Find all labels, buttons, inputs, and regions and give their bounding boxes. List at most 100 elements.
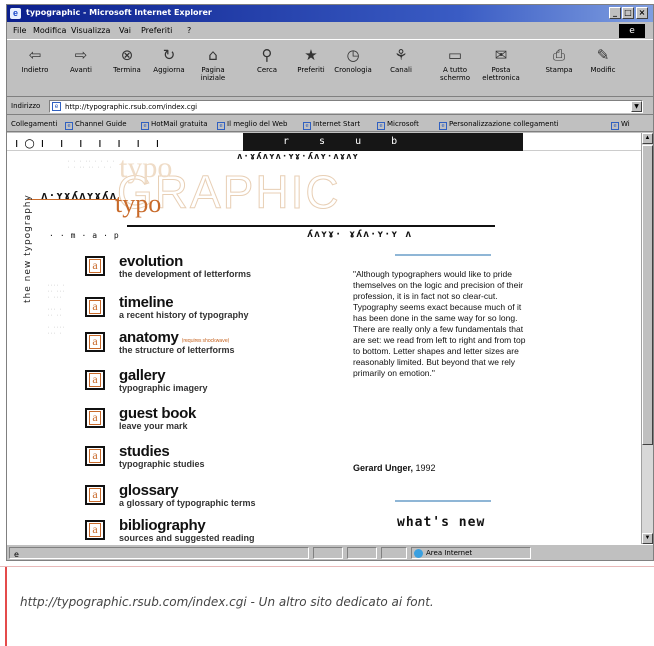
nav-title-text: evolution xyxy=(119,253,183,270)
link-4[interactable]: e Internet Start xyxy=(303,120,360,130)
mail-icon: ✉ xyxy=(494,46,508,64)
nav-subtitle: a glossary of typographic terms xyxy=(119,498,256,508)
ie-throbber-icon: e xyxy=(619,24,645,38)
glyph-row-top: ʌ·ɤʎʌʏʌ·ʏɤ·ʎʌʏ·ʌɤʌʏ xyxy=(237,152,359,162)
toolbar-button-4[interactable]: ↻ Aggiorna xyxy=(147,44,191,94)
stop-icon: ⊗ xyxy=(120,46,134,64)
header-ticks: ı○ı ı ı ı ı ı ı xyxy=(15,136,166,150)
back-arrow-icon: ⇦ xyxy=(28,46,42,64)
toolbar-button-9[interactable]: ⚘ Canali xyxy=(379,44,423,94)
nav-item-studies[interactable]: a studies typographic studies xyxy=(85,443,325,473)
nav-a-glyph: a xyxy=(89,449,101,463)
link-3[interactable]: e Il meglio del Web xyxy=(217,120,287,130)
link-page-icon: e xyxy=(217,122,225,130)
menu-file[interactable]: File xyxy=(13,26,26,35)
scroll-up-arrow-icon[interactable]: ▲ xyxy=(642,133,653,144)
channels-icon: ⚘ xyxy=(394,46,408,64)
fullscreen-icon: ▭ xyxy=(447,46,463,64)
margin-fine-text: ···· · ·· ··· · ··· ··· · ·· ·· · ···· ··· · xyxy=(47,283,66,337)
nav-item-timeline[interactable]: a timeline a recent history of typography xyxy=(85,294,325,324)
toolbar-button-3[interactable]: ⊗ Termina xyxy=(105,44,149,94)
maximize-button[interactable]: □ xyxy=(622,7,634,19)
toolbar-button-8[interactable]: ◷ Cronologia xyxy=(331,44,375,94)
link-page-icon: e xyxy=(65,122,73,130)
caption-red-line xyxy=(5,567,7,646)
menu-help[interactable]: ? xyxy=(187,26,191,35)
nav-subtitle: typographic imagery xyxy=(119,383,208,393)
logo-orange-rule xyxy=(27,199,117,200)
link-2[interactable]: e HotMail gratuita xyxy=(141,120,208,130)
menu-preferiti[interactable]: Preferiti xyxy=(141,26,172,35)
link-5[interactable]: e Microsoft xyxy=(377,120,419,130)
quote-year: 1992 xyxy=(413,463,436,473)
site-logo[interactable]: · · · ·· · · · · · · ·· ·· · · · ʌ·ɤʎʌʏʌ·… xyxy=(7,151,641,243)
toolbar-button-11[interactable]: ✉ Posta elettronica xyxy=(479,44,523,94)
vertical-tagline: the new typography xyxy=(23,194,33,303)
toolbar-button-1[interactable]: ⇦ Indietro xyxy=(13,44,57,94)
toolbar-button-label: Termina xyxy=(113,66,141,74)
toolbar-button-6[interactable]: ⚲ Cerca xyxy=(245,44,289,94)
address-input[interactable]: e http://typographic.rsub.com/index.cgi … xyxy=(49,100,643,113)
nav-item-anatomy[interactable]: a anatomy (requires shockwave) the structur… xyxy=(85,329,325,359)
toolbar-button-5[interactable]: ⌂ Pagina iniziale xyxy=(191,44,235,94)
link-6[interactable]: e Personalizzazione collegamenti xyxy=(439,120,559,130)
quote-author: Gerard Unger, 1992 xyxy=(353,463,436,473)
refresh-icon: ↻ xyxy=(162,46,176,64)
toolbar-button-12[interactable]: ⎙ Stampa xyxy=(537,44,581,94)
blue-rule-top xyxy=(395,254,491,256)
toolbar-button-label: Cronologia xyxy=(334,66,372,74)
nav-title-text: glossary xyxy=(119,482,179,499)
nav-a-glyph: a xyxy=(89,523,101,537)
page-status-icon: e xyxy=(14,550,19,559)
nav-item-gallery[interactable]: a gallery typographic imagery xyxy=(85,367,325,397)
pull-quote: "Although typographers would like to pri… xyxy=(353,269,526,378)
vertical-scrollbar[interactable]: ▲ ▼ xyxy=(641,133,653,544)
link-label: HotMail gratuita xyxy=(151,120,208,128)
globe-icon xyxy=(414,549,423,558)
nav-a-glyph: a xyxy=(89,335,101,349)
nav-note: (requires shockwave) xyxy=(181,338,230,344)
scroll-down-arrow-icon[interactable]: ▼ xyxy=(642,533,653,544)
nav-a-glyph: a xyxy=(89,300,101,314)
edit-icon: ✎ xyxy=(596,46,610,64)
nav-item-evolution[interactable]: a evolution the development of letterforms xyxy=(85,253,325,283)
toolbar-button-10[interactable]: ▭ A tutto schermo xyxy=(433,44,477,94)
toolbar-button-label: Pagina iniziale xyxy=(200,66,226,82)
menu-modifica[interactable]: Modifica xyxy=(33,26,66,35)
close-button[interactable]: × xyxy=(636,7,648,19)
nav-a-icon: a xyxy=(85,297,105,317)
link-label: Channel Guide xyxy=(75,120,127,128)
links-label: Collegamenti xyxy=(11,120,58,128)
address-dropdown-button[interactable]: ▼ xyxy=(631,101,642,112)
rsub-banner[interactable]: r s u b xyxy=(243,133,523,151)
window-title: typographic - Microsoft Internet Explore… xyxy=(26,8,212,17)
toolbar-button-label: Preferiti xyxy=(297,66,325,74)
link-page-icon: e xyxy=(303,122,311,130)
nav-item-guest-book[interactable]: a guest book leave your mark xyxy=(85,405,325,435)
title-bar[interactable]: e typographic - Microsoft Internet Explo… xyxy=(7,5,653,22)
whats-new-link[interactable]: what's new xyxy=(397,515,485,530)
link-page-icon: e xyxy=(439,122,447,130)
toolbar-button-label: Modific xyxy=(590,66,616,74)
nav-subtitle: typographic studies xyxy=(119,459,205,469)
status-cell-3 xyxy=(347,547,377,559)
link-1[interactable]: e Channel Guide xyxy=(65,120,127,130)
link-7[interactable]: e Wi xyxy=(611,120,630,130)
toolbar-button-7[interactable]: ★ Preferiti xyxy=(289,44,333,94)
nav-item-glossary[interactable]: a glossary a glossary of typographic terms xyxy=(85,482,325,512)
nav-item-bibliography[interactable]: a bibliography sources and suggested readi… xyxy=(85,517,325,544)
menu-vai[interactable]: Vai xyxy=(119,26,131,35)
toolbar-button-13[interactable]: ✎ Modific xyxy=(581,44,625,94)
status-cell-2 xyxy=(313,547,343,559)
link-page-icon: e xyxy=(377,122,385,130)
nav-title: studies xyxy=(119,443,172,460)
scroll-thumb[interactable] xyxy=(642,145,653,445)
link-label: Il meglio del Web xyxy=(227,120,288,128)
quote-author-name: Gerard Unger, xyxy=(353,463,414,473)
nav-a-glyph: a xyxy=(89,411,101,425)
figure-caption: http://typographic.rsub.com/index.cgi - … xyxy=(20,595,434,609)
menu-visualizza[interactable]: Visualizza xyxy=(71,26,110,35)
minimize-button[interactable]: _ xyxy=(609,7,621,19)
toolbar-button-label: Aggiorna xyxy=(153,66,185,74)
toolbar-button-2[interactable]: ⇨ Avanti xyxy=(59,44,103,94)
